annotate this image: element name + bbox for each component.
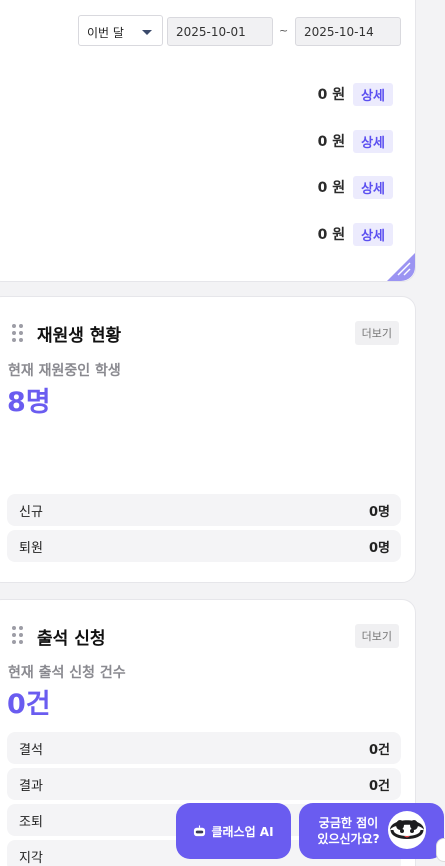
attendance-count: 0건	[7, 689, 51, 720]
ai-button-label: 클래스업 AI	[211, 824, 274, 839]
side-widget[interactable]	[436, 838, 445, 862]
resize-grip-icon	[397, 262, 411, 276]
stat-label: 지각	[19, 850, 43, 866]
detail-button[interactable]: 상세	[353, 175, 393, 199]
card-title: 재원생 현황	[37, 326, 122, 346]
detail-button[interactable]: 상세	[353, 222, 393, 246]
amount-value: 0 원	[317, 134, 346, 150]
summary-card: 이번 달 2025-10-01 ~ 2025-10-14 0 원 상세 0 원 …	[0, 0, 416, 282]
period-select-value: 이번 달	[87, 26, 124, 40]
student-count: 8명	[7, 387, 51, 418]
stat-label: 신규	[19, 504, 43, 520]
more-button[interactable]: 더보기	[354, 321, 399, 345]
drag-handle-icon[interactable]	[12, 626, 24, 644]
students-card: 재원생 현황 더보기 현재 재원중인 학생 8명 신규 0명 퇴원 0명	[0, 296, 416, 583]
stat-label: 결과	[19, 778, 43, 794]
more-button[interactable]: 더보기	[354, 624, 399, 648]
stat-row: 결석 0건	[7, 732, 401, 764]
stat-value: 0명	[368, 540, 390, 556]
help-line-1: 궁금한 점이	[318, 816, 379, 830]
amount-value: 0 원	[317, 227, 346, 243]
stat-row: 퇴원 0명	[7, 530, 401, 562]
stat-value: 0건	[368, 778, 390, 794]
stat-label: 퇴원	[19, 540, 43, 556]
stat-row: 신규 0명	[7, 494, 401, 526]
date-to-field[interactable]: 2025-10-14	[295, 17, 401, 46]
detail-button[interactable]: 상세	[353, 82, 393, 106]
classup-ai-button[interactable]: 클래스업 AI	[176, 803, 291, 859]
date-separator: ~	[279, 24, 289, 37]
date-from-field[interactable]: 2025-10-01	[167, 17, 273, 46]
period-select[interactable]: 이번 달	[78, 15, 163, 46]
stat-row: 결과 0건	[7, 768, 401, 800]
detail-button[interactable]: 상세	[353, 129, 393, 153]
amount-row: 0 원 상세	[317, 175, 393, 199]
card-subtitle: 현재 재원중인 학생	[8, 363, 121, 379]
card-title: 출석 신청	[37, 629, 106, 649]
amount-value: 0 원	[317, 87, 346, 103]
card-subtitle: 현재 출석 신청 건수	[8, 665, 126, 681]
assistant-avatar-icon	[388, 811, 426, 849]
robot-icon	[194, 824, 206, 836]
amount-row: 0 원 상세	[317, 222, 393, 246]
stat-value: 0명	[368, 504, 390, 520]
amount-row: 0 원 상세	[317, 82, 393, 106]
amount-row: 0 원 상세	[317, 129, 393, 153]
drag-handle-icon[interactable]	[12, 324, 24, 342]
stat-label: 결석	[19, 742, 43, 758]
help-line-2: 있으신가요?	[317, 832, 380, 846]
stat-value: 0건	[368, 742, 390, 758]
chevron-down-icon	[142, 30, 152, 35]
stat-label: 조퇴	[19, 814, 43, 830]
amount-value: 0 원	[317, 180, 346, 196]
